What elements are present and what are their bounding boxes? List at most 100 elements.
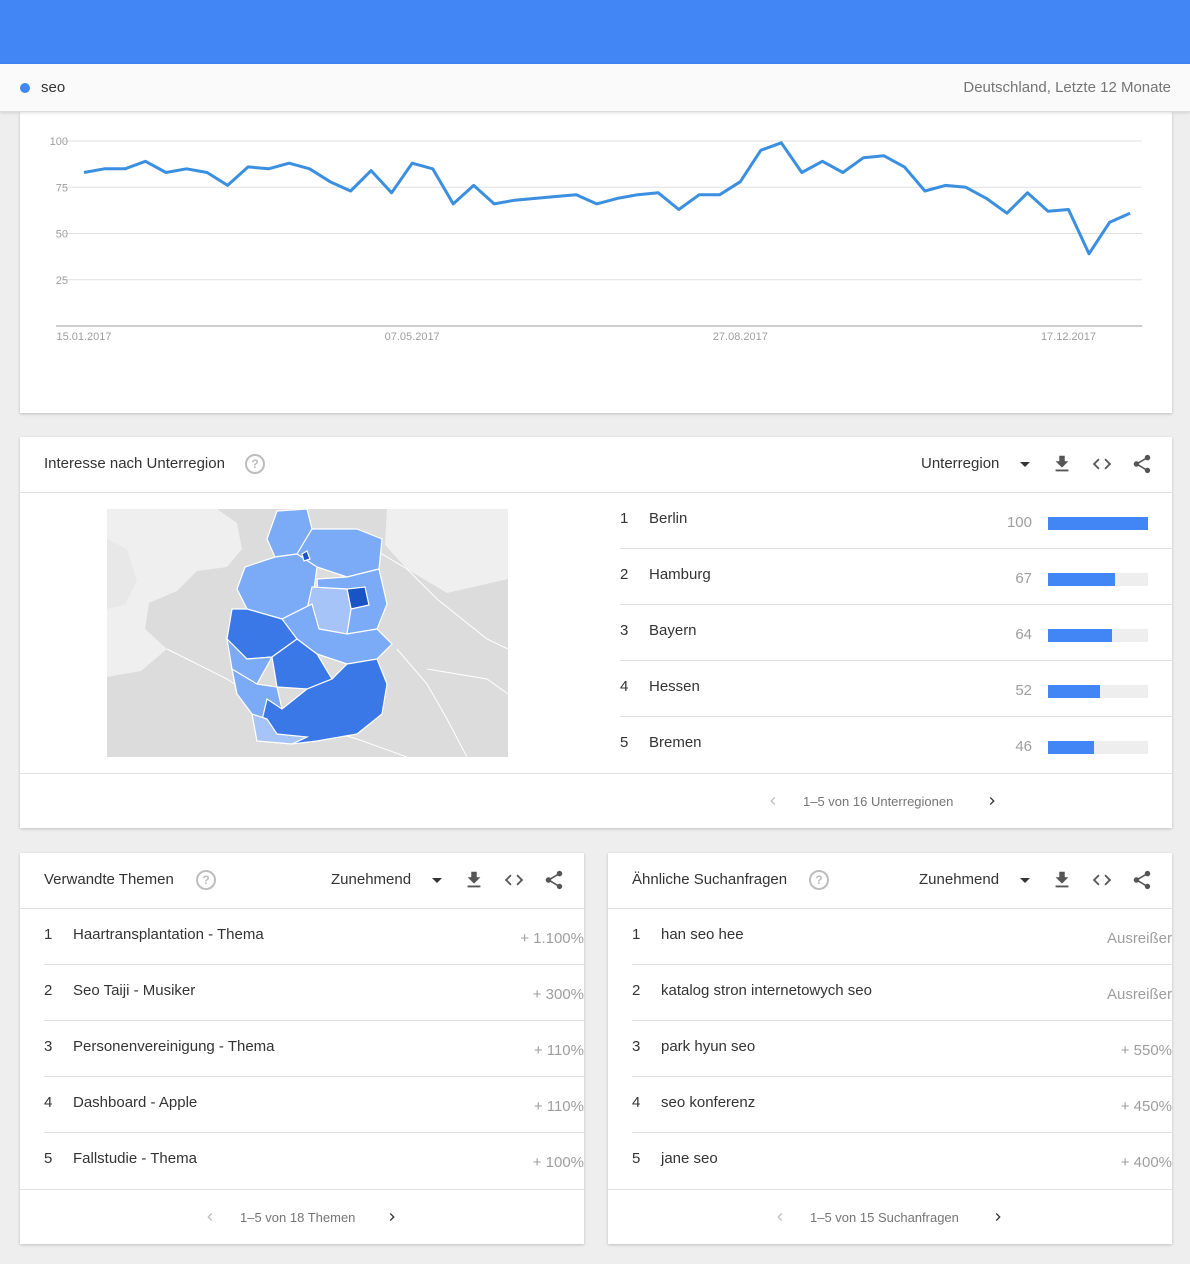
search-term-bar: seo Deutschland, Letzte 12 Monate: [0, 64, 1190, 112]
pager-range-text: 1–5 von 18 Themen: [240, 1210, 356, 1225]
help-icon[interactable]: ?: [196, 870, 216, 890]
card-header: Ähnliche Suchanfragen ? Zunehmend: [608, 853, 1172, 909]
rank-label[interactable]: Haartransplantation - Thema: [73, 926, 264, 943]
share-icon[interactable]: [1131, 869, 1153, 891]
card-header: Verwandte Themen ? Zunehmend: [20, 853, 584, 909]
download-icon[interactable]: [463, 869, 485, 891]
rank-label[interactable]: seo konferenz: [661, 1094, 755, 1111]
chevron-down-icon[interactable]: [1020, 878, 1030, 883]
y-tick-label: 25: [56, 275, 68, 287]
rank-label[interactable]: Hessen: [649, 678, 700, 695]
query-row[interactable]: 5 jane seo + 400%: [632, 1133, 1172, 1189]
rank-number: 2: [632, 982, 641, 999]
rank-value: + 110%: [533, 1042, 584, 1059]
queries-sort-dropdown[interactable]: Zunehmend: [919, 871, 999, 888]
region-row[interactable]: 1 Berlin 100: [620, 493, 1172, 549]
series-line-seo: [83, 141, 1131, 256]
rank-label[interactable]: Berlin: [649, 510, 687, 527]
query-row[interactable]: 4 seo konferenz + 450%: [632, 1077, 1172, 1133]
topic-row[interactable]: 3 Personenvereinigung - Thema + 110%: [44, 1021, 584, 1077]
help-icon[interactable]: ?: [809, 870, 829, 890]
card-title: Verwandte Themen: [44, 871, 174, 888]
rank-label[interactable]: Seo Taiji - Musiker: [73, 982, 195, 999]
topics-sort-dropdown[interactable]: Zunehmend: [331, 871, 411, 888]
share-icon[interactable]: [1131, 453, 1153, 475]
rank-label[interactable]: jane seo: [661, 1150, 718, 1167]
chevron-left-icon[interactable]: [765, 793, 781, 809]
y-tick-label: 75: [56, 182, 68, 194]
rank-value: + 450%: [1120, 1098, 1172, 1115]
chevron-down-icon[interactable]: [432, 878, 442, 883]
rank-number: 3: [620, 622, 629, 639]
rank-number: 5: [632, 1150, 641, 1167]
rank-label[interactable]: Bremen: [649, 734, 702, 751]
query-row[interactable]: 1 han seo hee Ausreißer: [632, 909, 1172, 965]
rank-label[interactable]: park hyun seo: [661, 1038, 755, 1055]
topic-row[interactable]: 4 Dashboard - Apple + 110%: [44, 1077, 584, 1133]
chevron-down-icon[interactable]: [1020, 462, 1030, 467]
related-topics-card: Verwandte Themen ? Zunehmend 1 Haartransp…: [20, 853, 584, 1244]
interest-bar-fill: [1048, 629, 1112, 642]
card-title: Interesse nach Unterregion: [44, 455, 225, 472]
term-color-dot: [20, 83, 30, 93]
term-name[interactable]: seo: [41, 79, 65, 96]
interest-bar-track: [1048, 517, 1148, 530]
rank-label[interactable]: katalog stron internetowych seo: [661, 982, 872, 999]
rank-value: + 550%: [1120, 1042, 1172, 1059]
queries-pager: 1–5 von 15 Suchanfragen: [608, 1189, 1172, 1244]
topic-row[interactable]: 1 Haartransplantation - Thema + 1.100%: [44, 909, 584, 965]
embed-icon[interactable]: [503, 869, 525, 891]
rank-number: 4: [44, 1094, 53, 1111]
region-row[interactable]: 4 Hessen 52: [620, 661, 1172, 717]
top-app-bar: [0, 0, 1190, 64]
region-row[interactable]: 3 Bayern 64: [620, 605, 1172, 661]
interest-bar-fill: [1048, 685, 1100, 698]
region-interest-card: Interesse nach Unterregion ? Unterregion: [20, 437, 1172, 828]
share-icon[interactable]: [543, 869, 565, 891]
download-icon[interactable]: [1051, 869, 1073, 891]
rank-number: 3: [44, 1038, 53, 1055]
rank-label[interactable]: Dashboard - Apple: [73, 1094, 197, 1111]
interest-over-time-chart: 100 75 50 25 15.01.2017 07.05.2017 27.08.2017…: [50, 136, 1142, 343]
interest-bar-track: [1048, 741, 1148, 754]
related-queries-card: Ähnliche Suchanfragen ? Zunehmend 1 han s…: [608, 853, 1172, 1244]
term-filter-summary[interactable]: Deutschland, Letzte 12 Monate: [963, 79, 1171, 96]
rank-number: 1: [620, 510, 629, 527]
rank-label[interactable]: Fallstudie - Thema: [73, 1150, 197, 1167]
rank-number: 2: [620, 566, 629, 583]
pager-range-text: 1–5 von 16 Unterregionen: [803, 794, 954, 809]
topics-pager: 1–5 von 18 Themen: [20, 1189, 584, 1244]
rank-label[interactable]: Hamburg: [649, 566, 711, 583]
download-icon[interactable]: [1051, 453, 1073, 475]
pager-range-text: 1–5 von 15 Suchanfragen: [810, 1210, 959, 1225]
region-row[interactable]: 2 Hamburg 67: [620, 549, 1172, 605]
rank-value: Ausreißer: [1106, 930, 1172, 947]
chevron-left-icon[interactable]: [202, 1209, 218, 1225]
region-resolution-dropdown[interactable]: Unterregion: [921, 455, 999, 472]
rank-number: 5: [620, 734, 629, 751]
chevron-right-icon[interactable]: [990, 1209, 1006, 1225]
interest-bar-fill: [1048, 573, 1115, 586]
x-tick-label: 15.01.2017: [56, 331, 111, 343]
chevron-right-icon[interactable]: [384, 1209, 400, 1225]
region-row[interactable]: 5 Bremen 46: [620, 717, 1172, 773]
rank-value: 46: [1015, 738, 1032, 755]
rank-value: + 400%: [1120, 1154, 1172, 1171]
rank-number: 1: [44, 926, 53, 943]
rank-label[interactable]: han seo hee: [661, 926, 744, 943]
embed-icon[interactable]: [1091, 453, 1113, 475]
topic-row[interactable]: 5 Fallstudie - Thema + 100%: [44, 1133, 584, 1189]
rank-label[interactable]: Personenvereinigung - Thema: [73, 1038, 275, 1055]
y-tick-label: 100: [50, 136, 68, 148]
germany-region-map[interactable]: [107, 509, 508, 757]
rank-label[interactable]: Bayern: [649, 622, 697, 639]
query-row[interactable]: 3 park hyun seo + 550%: [632, 1021, 1172, 1077]
chevron-left-icon[interactable]: [772, 1209, 788, 1225]
query-row[interactable]: 2 katalog stron internetowych seo Ausreiße…: [632, 965, 1172, 1021]
rank-value: 100: [1006, 514, 1032, 531]
chevron-right-icon[interactable]: [984, 793, 1000, 809]
rank-number: 4: [632, 1094, 641, 1111]
help-icon[interactable]: ?: [245, 454, 265, 474]
embed-icon[interactable]: [1091, 869, 1113, 891]
topic-row[interactable]: 2 Seo Taiji - Musiker + 300%: [44, 965, 584, 1021]
